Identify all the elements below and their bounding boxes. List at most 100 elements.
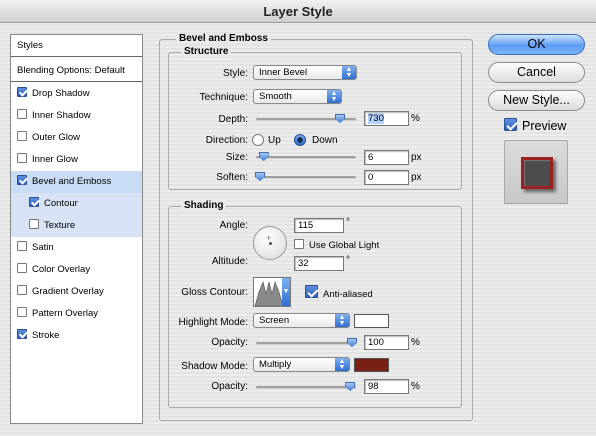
technique-popup[interactable]: Smooth ▲ ▼ (253, 89, 342, 104)
preview-label: Preview (522, 119, 567, 133)
highlight-color-swatch[interactable] (354, 314, 389, 328)
angle-unit: ° (346, 217, 350, 228)
highlight-opacity-value: 100 (368, 337, 384, 348)
checkbox-icon[interactable] (17, 109, 27, 119)
sidebar-item-inner-shadow[interactable]: Inner Shadow (11, 105, 142, 127)
preview-thumbnail (504, 140, 568, 204)
altitude-unit: ° (346, 255, 350, 266)
shadow-opacity-value: 98 (368, 381, 379, 392)
shadow-opacity-slider[interactable] (256, 382, 356, 391)
shadow-opacity-label: Opacity: (211, 381, 248, 392)
checkbox-icon[interactable] (17, 285, 27, 295)
size-slider[interactable] (256, 152, 356, 161)
sidebar-item-label: Drop Shadow (32, 88, 90, 99)
checkbox-icon[interactable] (17, 131, 27, 141)
shadow-mode-value: Multiply (259, 359, 292, 370)
direction-down-label: Down (312, 135, 338, 146)
sidebar-item-satin[interactable]: Satin (11, 237, 142, 259)
size-field[interactable]: 6 (364, 150, 409, 165)
checkbox-icon (294, 239, 304, 249)
size-label: Size: (225, 152, 248, 163)
popup-arrows-icon: ▲ ▼ (335, 314, 349, 327)
sidebar-item-label: Pattern Overlay (32, 308, 98, 319)
altitude-field[interactable]: 32 (294, 256, 344, 271)
checkbox-icon[interactable] (17, 241, 27, 251)
bevel-emboss-title: Bevel and Emboss (176, 33, 271, 44)
highlight-opacity-slider[interactable] (256, 338, 357, 347)
technique-value: Smooth (259, 91, 292, 102)
checkbox-icon[interactable] (29, 197, 39, 207)
highlight-mode-popup[interactable]: Screen ▲ ▼ (253, 313, 350, 328)
style-value: Inner Bevel (259, 67, 308, 78)
global-light-checkbox[interactable]: Use Global Light (294, 239, 379, 251)
sidebar-item-label: Gradient Overlay (32, 286, 104, 297)
shadow-mode-label: Shadow Mode: (181, 361, 248, 372)
altitude-value: 32 (298, 258, 309, 269)
sidebar-item-stroke[interactable]: Stroke (11, 325, 142, 347)
checkbox-icon[interactable] (17, 329, 27, 339)
checkbox-icon[interactable] (17, 263, 27, 273)
structure-title: Structure (181, 46, 232, 57)
sidebar-item-bevel-and-emboss[interactable]: Bevel and Emboss (11, 171, 142, 193)
sidebar-item-texture[interactable]: Texture (11, 215, 142, 237)
popup-arrows-icon: ▲ ▼ (335, 358, 349, 371)
sidebar-item-gradient-overlay[interactable]: Gradient Overlay (11, 281, 142, 303)
depth-value: 730 (368, 113, 384, 124)
sidebar-item-label: Texture (44, 220, 76, 231)
gloss-contour-picker[interactable]: ▼ (253, 277, 291, 307)
shadow-color-swatch[interactable] (354, 358, 389, 372)
highlight-opacity-unit: % (411, 337, 420, 348)
shadow-mode-popup[interactable]: Multiply ▲ ▼ (253, 357, 350, 372)
sidebar-item-label: Stroke (32, 330, 60, 341)
depth-field[interactable]: 730 (364, 111, 409, 126)
sidebar-item-label: Outer Glow (32, 132, 81, 143)
shading-group (168, 206, 462, 408)
soften-slider[interactable] (255, 172, 356, 181)
anti-aliased-label: Anti-aliased (323, 289, 373, 300)
angle-field[interactable]: 115 (294, 218, 344, 233)
checkbox-icon (305, 285, 318, 298)
direction-up-label: Up (268, 135, 281, 146)
sidebar-item-color-overlay[interactable]: Color Overlay (11, 259, 142, 281)
depth-slider[interactable] (256, 114, 356, 123)
depth-label: Depth: (218, 114, 248, 125)
direction-down-radio[interactable] (294, 134, 306, 146)
direction-up-radio[interactable] (252, 134, 264, 146)
sidebar-item-label: Inner Glow (32, 154, 78, 165)
preview-checkbox[interactable]: Preview (504, 118, 566, 133)
shading-title: Shading (181, 200, 227, 211)
blending-options[interactable]: Blending Options: Default (11, 60, 142, 82)
checkbox-icon[interactable] (17, 87, 27, 97)
sidebar-item-inner-glow[interactable]: Inner Glow (11, 149, 142, 171)
ok-button[interactable]: OK (488, 34, 585, 55)
checkbox-icon[interactable] (17, 307, 27, 317)
window-title: Layer Style (0, 0, 596, 23)
sidebar-item-pattern-overlay[interactable]: Pattern Overlay (11, 303, 142, 325)
size-value: 6 (368, 152, 374, 163)
sidebar-item-drop-shadow[interactable]: Drop Shadow (11, 83, 142, 105)
sidebar-item-outer-glow[interactable]: Outer Glow (11, 127, 142, 149)
shadow-opacity-unit: % (411, 381, 420, 392)
sidebar-item-label: Inner Shadow (32, 110, 91, 121)
highlight-mode-label: Highlight Mode: (178, 317, 248, 328)
angle-dial[interactable]: + (253, 226, 287, 260)
sidebar-item-contour[interactable]: Contour (11, 193, 142, 215)
dropdown-arrow-icon: ▼ (282, 278, 290, 306)
highlight-opacity-field[interactable]: 100 (364, 335, 409, 350)
popup-arrows-icon: ▲ ▼ (342, 66, 356, 79)
soften-field[interactable]: 0 (364, 170, 409, 185)
style-popup[interactable]: Inner Bevel ▲ ▼ (253, 65, 357, 80)
checkbox-icon[interactable] (17, 175, 27, 185)
new-style-button[interactable]: New Style... (488, 90, 585, 111)
checkbox-icon[interactable] (17, 153, 27, 163)
styles-header[interactable]: Styles (11, 35, 142, 57)
shadow-opacity-field[interactable]: 98 (364, 379, 409, 394)
checkbox-icon[interactable] (29, 219, 39, 229)
style-label: Style: (222, 68, 248, 79)
soften-unit: px (411, 172, 422, 183)
cancel-button[interactable]: Cancel (488, 62, 585, 83)
anti-aliased-checkbox[interactable]: Anti-aliased (305, 285, 373, 300)
sidebar-item-label: Bevel and Emboss (32, 176, 112, 187)
contour-curve-icon (255, 281, 283, 306)
dial-center-icon (269, 242, 272, 245)
